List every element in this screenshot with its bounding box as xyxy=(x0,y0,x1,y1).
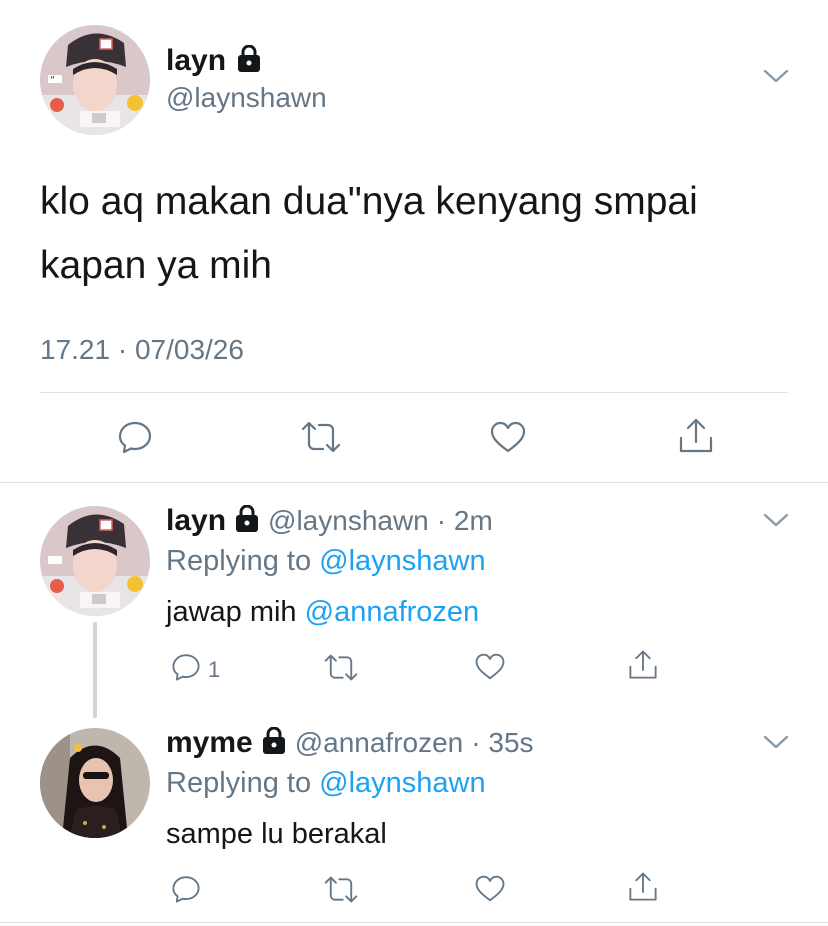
reply-button[interactable] xyxy=(170,873,202,910)
avatar[interactable] xyxy=(40,728,150,838)
thread-line xyxy=(93,622,97,718)
author-handle[interactable]: @annafrozen xyxy=(295,727,464,759)
like-icon xyxy=(489,420,527,459)
reply-icon xyxy=(170,873,202,910)
tweet-text: klo aq makan dua"nya kenyang smpai kapan… xyxy=(40,180,698,287)
divider xyxy=(40,392,788,393)
replying-to-link[interactable]: @laynshawn xyxy=(319,545,485,577)
like-icon xyxy=(474,652,506,686)
reply-text: sampe lu berakal xyxy=(166,818,387,850)
like-button[interactable] xyxy=(489,420,527,459)
share-button[interactable] xyxy=(677,416,715,461)
replying-to: Replying to @laynshawn xyxy=(166,767,486,799)
share-icon xyxy=(627,870,659,909)
avatar[interactable] xyxy=(40,506,150,616)
chevron-down-icon[interactable] xyxy=(763,734,789,755)
retweet-button[interactable] xyxy=(323,875,359,909)
chevron-down-icon[interactable] xyxy=(763,68,789,89)
divider xyxy=(0,922,828,923)
share-icon xyxy=(627,648,659,687)
tweet-time[interactable]: · 35s xyxy=(471,727,533,759)
reply-button[interactable] xyxy=(116,418,154,461)
tweet-time[interactable]: · 2m xyxy=(437,505,493,537)
svg-text:“: “ xyxy=(50,75,55,86)
lock-icon xyxy=(261,726,287,760)
chevron-down-icon[interactable] xyxy=(763,512,789,533)
like-button[interactable] xyxy=(474,874,506,908)
reply-text: jawap mih @annafrozen xyxy=(166,596,480,628)
avatar[interactable]: “ xyxy=(40,25,150,135)
reply-button[interactable]: 1 xyxy=(170,651,220,688)
author-handle[interactable]: @laynshawn xyxy=(268,505,429,537)
share-button[interactable] xyxy=(627,870,659,909)
author-name[interactable]: myme xyxy=(166,726,253,760)
reply-icon xyxy=(170,651,202,688)
lock-icon xyxy=(236,44,262,78)
replying-to-link[interactable]: @laynshawn xyxy=(319,767,485,799)
retweet-button[interactable] xyxy=(300,420,342,459)
retweet-icon xyxy=(323,875,359,909)
replying-to: Replying to @laynshawn xyxy=(166,545,486,577)
author-handle[interactable]: @laynshawn xyxy=(166,82,327,114)
like-button[interactable] xyxy=(474,652,506,686)
share-icon xyxy=(677,416,715,461)
retweet-icon xyxy=(300,420,342,459)
author-name[interactable]: layn xyxy=(166,44,226,78)
timestamp[interactable]: 17.21 · 07/03/26 xyxy=(40,334,244,366)
divider xyxy=(0,482,828,483)
like-icon xyxy=(474,874,506,908)
retweet-button[interactable] xyxy=(323,653,359,687)
author-name[interactable]: layn xyxy=(166,504,226,538)
retweet-icon xyxy=(323,653,359,687)
reply-icon xyxy=(116,418,154,461)
reply-count: 1 xyxy=(208,656,221,682)
share-button[interactable] xyxy=(627,648,659,687)
mention-link[interactable]: @annafrozen xyxy=(305,596,480,628)
lock-icon xyxy=(234,504,260,538)
